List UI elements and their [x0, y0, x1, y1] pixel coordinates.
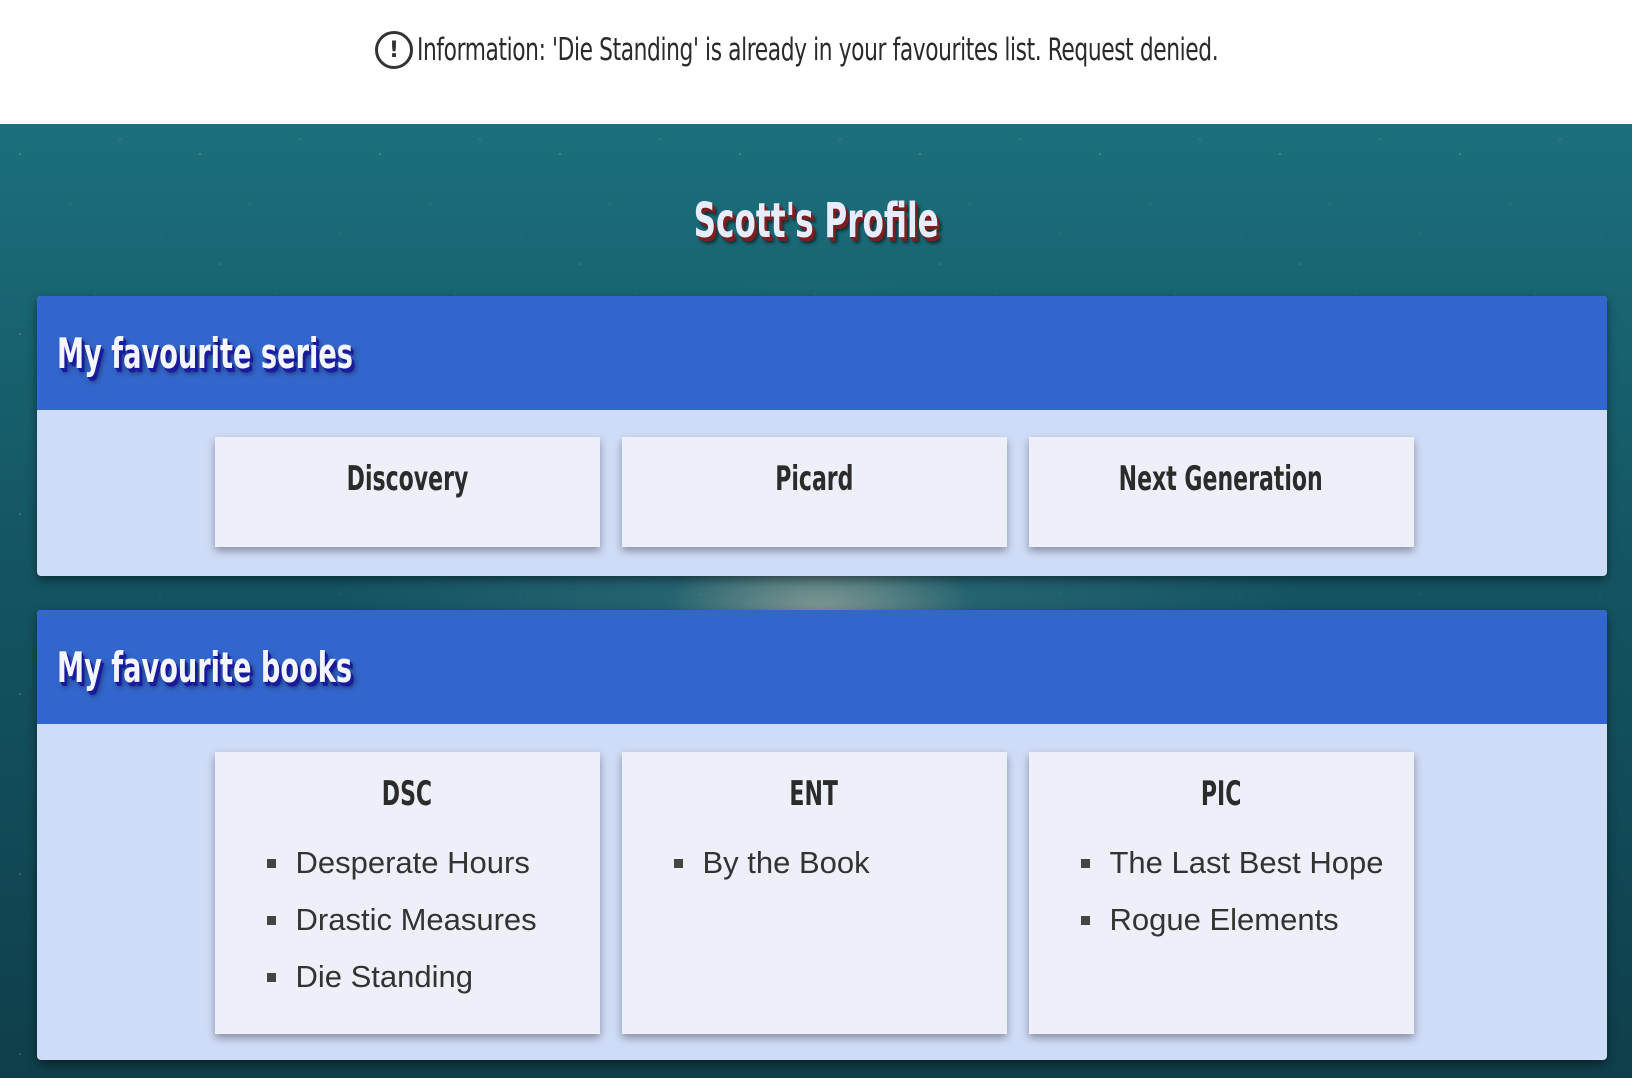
books-list: By the Book — [622, 838, 1007, 887]
books-group-title: ENT — [789, 774, 839, 814]
books-group-title: DSC — [381, 774, 433, 814]
series-card-discovery[interactable]: Discovery — [214, 437, 600, 547]
notification-message: Information: 'Die Standing' is already i… — [417, 32, 1219, 68]
books-card-row: DSC Desperate Hours Drastic Measures Die… — [37, 724, 1607, 1034]
favourite-series-panel: My favourite series Discovery Picard Nex… — [37, 296, 1607, 576]
notification-bar: ! Information: 'Die Standing' is already… — [0, 0, 1632, 124]
series-card-title: Next Generation — [1118, 459, 1324, 499]
books-card-pic: PIC The Last Best Hope Rogue Elements — [1028, 752, 1414, 1034]
book-item[interactable]: By the Book — [673, 838, 987, 887]
series-card-next-generation[interactable]: Next Generation — [1028, 437, 1414, 547]
book-item[interactable]: Die Standing — [266, 952, 580, 1001]
books-list: The Last Best Hope Rogue Elements — [1029, 838, 1414, 944]
book-item[interactable]: Rogue Elements — [1080, 895, 1394, 944]
favourite-books-title: My favourite books — [57, 642, 353, 692]
favourite-books-panel: My favourite books DSC Desperate Hours D… — [37, 610, 1607, 1060]
books-card-ent: ENT By the Book — [621, 752, 1007, 1034]
series-card-row: Discovery Picard Next Generation — [37, 410, 1607, 547]
series-card-title: Picard — [774, 459, 854, 499]
notification-content: ! Information: 'Die Standing' is already… — [375, 31, 1257, 69]
books-list: Desperate Hours Drastic Measures Die Sta… — [215, 838, 600, 1001]
books-group-title: PIC — [1200, 774, 1242, 814]
books-card-dsc: DSC Desperate Hours Drastic Measures Die… — [214, 752, 600, 1034]
favourite-series-title: My favourite series — [57, 328, 353, 378]
favourite-series-header: My favourite series — [37, 296, 1607, 410]
book-item[interactable]: The Last Best Hope — [1080, 838, 1394, 887]
series-card-title: Discovery — [346, 459, 468, 499]
series-card-picard[interactable]: Picard — [621, 437, 1007, 547]
book-item[interactable]: Drastic Measures — [266, 895, 580, 944]
book-item[interactable]: Desperate Hours — [266, 838, 580, 887]
profile-title-text: Scott's Profile — [693, 193, 939, 249]
exclamation-circle-icon: ! — [375, 31, 413, 69]
profile-title: Scott's Profile — [0, 193, 1632, 249]
favourite-books-header: My favourite books — [37, 610, 1607, 724]
